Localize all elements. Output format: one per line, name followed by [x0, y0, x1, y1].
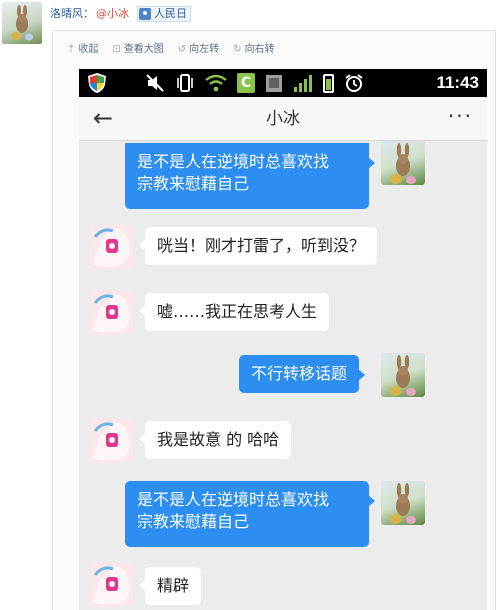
collapse-label: 收起 — [78, 44, 99, 55]
message-line: 不行转移话题 — [251, 364, 348, 383]
message-line: 精辟 — [157, 576, 190, 595]
rotate-right-label: 向右转 — [244, 44, 275, 55]
my-avatar[interactable] — [381, 481, 425, 525]
chat-titlebar: ← 小冰 ··· — [79, 97, 487, 141]
mute-icon — [145, 73, 165, 93]
view-large-label: 查看大图 — [123, 44, 164, 55]
poster-name[interactable]: 洛晴风： — [50, 6, 94, 22]
zoom-icon: ⊡ — [112, 44, 121, 55]
collapse-button[interactable]: ⇡ 收起 — [67, 43, 98, 57]
message-bubble-sent[interactable]: 是不是人在逆境时总喜欢找 宗教来慰藉自己 — [125, 143, 375, 209]
message-line: 宗教来慰藉自己 — [137, 174, 250, 193]
status-time: 11:43 — [436, 73, 479, 92]
message-line: 嘘……我正在思考人生 — [157, 302, 318, 321]
message-bubble-received[interactable]: 我是故意 的 哈哈 — [138, 421, 292, 459]
my-avatar[interactable] — [381, 141, 425, 185]
location-tag[interactable]: 人民日 — [137, 6, 191, 22]
message-bubble-sent[interactable]: 是不是人在逆境时总喜欢找 宗教来慰藉自己 — [125, 481, 375, 547]
message-line: 是不是人在逆境时总喜欢找 — [137, 152, 330, 171]
message-bubble-sent[interactable]: 不行转移话题 — [239, 355, 366, 393]
bot-avatar[interactable] — [89, 291, 133, 335]
wifi-icon — [205, 73, 227, 93]
chat-title: 小冰 — [266, 109, 300, 129]
location-label: 人民日 — [154, 7, 187, 20]
rotate-left-icon: ↺ — [177, 44, 187, 55]
rotate-right-icon: ↻ — [233, 44, 242, 55]
mention-link[interactable]: @小冰 — [96, 6, 129, 22]
location-pin-icon — [139, 8, 151, 20]
signal-icon — [293, 73, 313, 93]
c-app-icon: C — [237, 73, 255, 93]
post-header: 洛晴风： @小冰 人民日 — [50, 6, 191, 22]
bot-avatar[interactable] — [89, 419, 133, 463]
phone-screenshot[interactable]: C 11:43 ← 小冰 ··· 是不是人在逆境时总喜欢找 宗教来慰藉自己 咣当… — [79, 69, 487, 610]
sim-icon — [265, 73, 283, 93]
my-avatar[interactable] — [381, 353, 425, 397]
collapse-icon: ⇡ — [67, 44, 76, 55]
message-bubble-received[interactable]: 精辟 — [138, 567, 202, 605]
alarm-icon — [344, 73, 364, 93]
rotate-right-button[interactable]: ↻ 向右转 — [233, 43, 274, 57]
view-large-button[interactable]: ⊡ 查看大图 — [112, 43, 163, 57]
message-bubble-received[interactable]: 嘘……我正在思考人生 — [138, 293, 330, 331]
weibo-post: 洛晴风： @小冰 人民日 ⇡ 收起 ⊡ 查看大图 ↺ 向左转 ↻ 向右转 C 1… — [0, 0, 500, 610]
image-card: ⇡ 收起 ⊡ 查看大图 ↺ 向左转 ↻ 向右转 C 11:43 ← 小冰 ···… — [52, 30, 496, 610]
battery-icon — [323, 73, 334, 93]
message-line: 是不是人在逆境时总喜欢找 — [137, 490, 330, 509]
vibrate-icon — [175, 73, 195, 93]
message-line: 宗教来慰藉自己 — [137, 512, 250, 531]
message-bubble-received[interactable]: 咣当！刚才打雷了，听到没？ — [138, 227, 378, 265]
bot-avatar[interactable] — [89, 225, 133, 269]
more-options-icon[interactable]: ··· — [448, 101, 473, 131]
rotate-left-label: 向左转 — [189, 44, 220, 55]
bot-avatar[interactable] — [89, 563, 133, 607]
message-line: 咣当！刚才打雷了，听到没？ — [157, 236, 366, 255]
poster-avatar[interactable] — [2, 2, 42, 44]
image-toolbar: ⇡ 收起 ⊡ 查看大图 ↺ 向左转 ↻ 向右转 — [67, 43, 275, 57]
shield-icon — [87, 72, 107, 94]
rotate-left-button[interactable]: ↺ 向左转 — [178, 43, 219, 57]
message-line: 我是故意 的 哈哈 — [157, 430, 280, 449]
status-bar: C 11:43 — [79, 69, 487, 97]
